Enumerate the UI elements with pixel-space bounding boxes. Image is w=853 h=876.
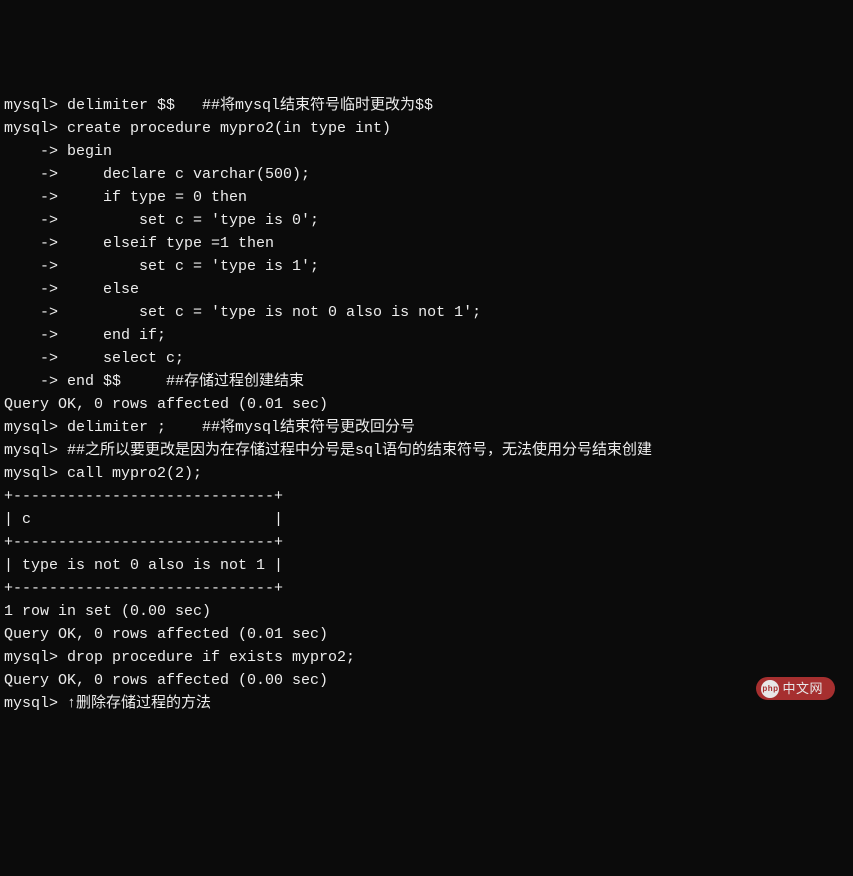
terminal-line: mysql> drop procedure if exists mypro2; [4, 646, 849, 669]
terminal-line: +-----------------------------+ [4, 531, 849, 554]
terminal-line: -> else [4, 278, 849, 301]
terminal-line: | type is not 0 also is not 1 | [4, 554, 849, 577]
terminal-line: -> end $$ ##存储过程创建结束 [4, 370, 849, 393]
terminal-line: mysql> ##之所以要更改是因为在存储过程中分号是sql语句的结束符号，无法… [4, 439, 849, 462]
terminal-line: -> set c = 'type is 0'; [4, 209, 849, 232]
terminal-line: -> if type = 0 then [4, 186, 849, 209]
terminal-line: mysql> delimiter $$ ##将mysql结束符号临时更改为$$ [4, 94, 849, 117]
terminal-line: mysql> create procedure mypro2(in type i… [4, 117, 849, 140]
terminal-line: 1 row in set (0.00 sec) [4, 600, 849, 623]
terminal-line: Query OK, 0 rows affected (0.01 sec) [4, 623, 849, 646]
terminal-line: -> set c = 'type is 1'; [4, 255, 849, 278]
terminal-line: -> set c = 'type is not 0 also is not 1'… [4, 301, 849, 324]
terminal-line: mysql> delimiter ; ##将mysql结束符号更改回分号 [4, 416, 849, 439]
terminal-line: +-----------------------------+ [4, 485, 849, 508]
terminal-line: Query OK, 0 rows affected (0.01 sec) [4, 393, 849, 416]
terminal-line: -> elseif type =1 then [4, 232, 849, 255]
terminal-line: -> declare c varchar(500); [4, 163, 849, 186]
terminal-line: mysql> ↑删除存储过程的方法 [4, 692, 849, 715]
terminal-output: mysql> delimiter $$ ##将mysql结束符号临时更改为$$m… [4, 94, 849, 715]
terminal-line: -> begin [4, 140, 849, 163]
php-watermark: 中文网 [756, 677, 835, 700]
terminal-line: Query OK, 0 rows affected (0.00 sec) [4, 669, 849, 692]
terminal-line: | c | [4, 508, 849, 531]
terminal-line: -> end if; [4, 324, 849, 347]
terminal-line: -> select c; [4, 347, 849, 370]
terminal-line: mysql> call mypro2(2); [4, 462, 849, 485]
terminal-line: +-----------------------------+ [4, 577, 849, 600]
